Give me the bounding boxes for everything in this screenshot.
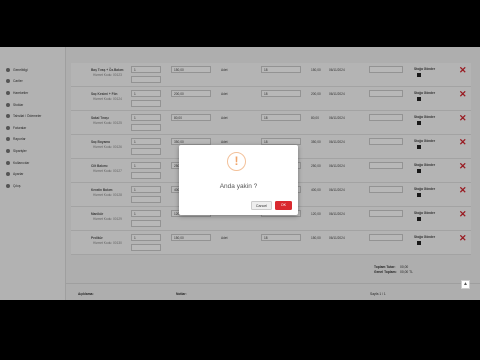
warning-icon: ! — [227, 152, 246, 171]
scroll-to-top-button[interactable]: ▲ — [461, 280, 470, 289]
confirm-dialog: ! Anda yakin ? Cancel OK — [179, 145, 298, 215]
dialog-title: Anda yakin ? — [219, 183, 258, 190]
ok-button[interactable]: OK — [275, 201, 292, 210]
cancel-button[interactable]: Cancel — [251, 201, 272, 210]
